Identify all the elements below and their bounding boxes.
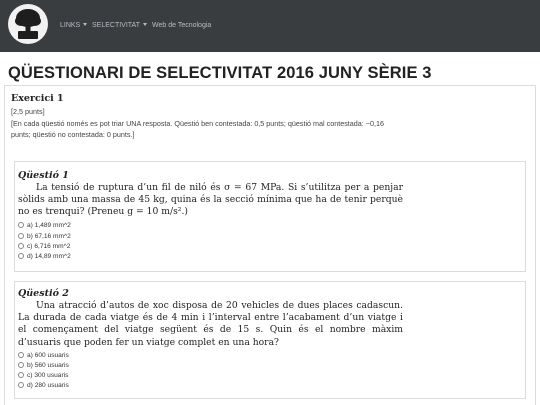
answer-option[interactable]: c) 300 usuaris — [18, 372, 68, 380]
answer-option[interactable]: b) 560 usuaris — [18, 362, 69, 370]
radio-button[interactable] — [18, 352, 24, 358]
answer-option[interactable]: a) 600 usuaris — [18, 352, 69, 360]
radio-button[interactable] — [18, 362, 24, 368]
exercise-instructions: [En cada qüestió només es pot triar UNA … — [11, 119, 384, 139]
question-title: Qüestió 1 — [18, 170, 69, 181]
nav-links-label: LINKS — [60, 22, 81, 29]
caret-down-icon — [142, 23, 147, 26]
top-navbar: LINKS SELECTIVITAT Web de Tecnologia — [0, 0, 540, 52]
radio-button[interactable] — [18, 243, 24, 249]
site-logo[interactable] — [8, 4, 48, 44]
nav-tech-link[interactable]: Web de Tecnologia — [152, 21, 211, 30]
radio-button[interactable] — [18, 382, 24, 388]
caret-down-icon — [83, 23, 88, 26]
answer-option[interactable]: d) 280 usuaris — [18, 382, 69, 390]
question-text: Una atracció d’autos de xoc disposa de 2… — [18, 300, 403, 348]
answer-option[interactable]: c) 6,716 mm^2 — [18, 243, 70, 251]
nav-selectivitat-label: SELECTIVITAT — [92, 22, 140, 29]
exercise-title: Exercici 1 — [11, 93, 64, 104]
question-title: Qüestió 2 — [18, 288, 69, 299]
answer-option[interactable]: b) 67,16 mm^2 — [18, 233, 71, 241]
question-text: La tensió de ruptura d’un fil de niló és… — [18, 182, 403, 218]
nav-selectivitat-dropdown[interactable]: SELECTIVITAT — [92, 21, 147, 30]
nav-links-dropdown[interactable]: LINKS — [60, 21, 88, 30]
answer-option[interactable]: a) 1,489 mm^2 — [18, 222, 71, 230]
tree-logo-icon — [9, 5, 47, 43]
radio-button[interactable] — [18, 233, 24, 239]
answer-option[interactable]: d) 14,89 mm^2 — [18, 253, 71, 261]
radio-button[interactable] — [18, 222, 24, 228]
radio-button[interactable] — [18, 253, 24, 259]
page-title: QÜESTIONARI DE SELECTIVITAT 2016 JUNY SÈ… — [8, 64, 432, 82]
exercise-points: [2,5 punts] — [11, 107, 45, 116]
radio-button[interactable] — [18, 372, 24, 378]
